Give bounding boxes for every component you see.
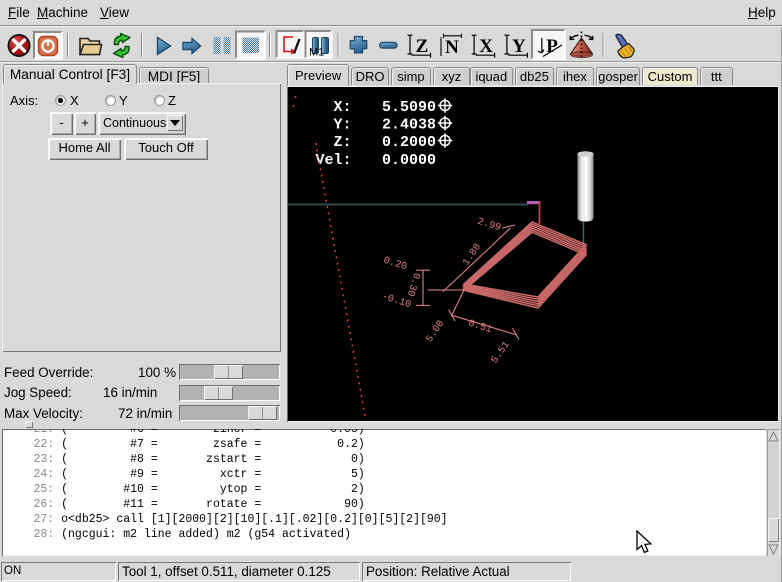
- svg-text:M1: M1: [309, 47, 324, 59]
- svg-text:Y:: Y:: [333, 117, 351, 134]
- svg-text:X: X: [479, 36, 493, 57]
- svg-text:Z:: Z:: [333, 134, 351, 151]
- svg-text:Y: Y: [512, 36, 526, 57]
- svg-text:2.99: 2.99: [476, 217, 502, 235]
- svg-text:2.4038: 2.4038: [382, 117, 436, 134]
- svg-text:N: N: [445, 37, 459, 58]
- svg-text:0.51: 0.51: [467, 319, 493, 337]
- svg-text:5.00: 5.00: [425, 319, 448, 345]
- svg-text:0.0000: 0.0000: [382, 152, 436, 169]
- svg-text:Vel:: Vel:: [315, 152, 351, 169]
- svg-text:5.5090: 5.5090: [382, 99, 436, 116]
- svg-text:0.2000: 0.2000: [382, 134, 436, 151]
- svg-text:0.30: 0.30: [404, 271, 422, 297]
- svg-text:0.20: 0.20: [382, 256, 408, 274]
- svg-text:X:: X:: [333, 99, 351, 116]
- svg-text:1.88: 1.88: [461, 242, 484, 268]
- svg-text:Z: Z: [416, 36, 429, 57]
- svg-text:5.51: 5.51: [490, 340, 513, 366]
